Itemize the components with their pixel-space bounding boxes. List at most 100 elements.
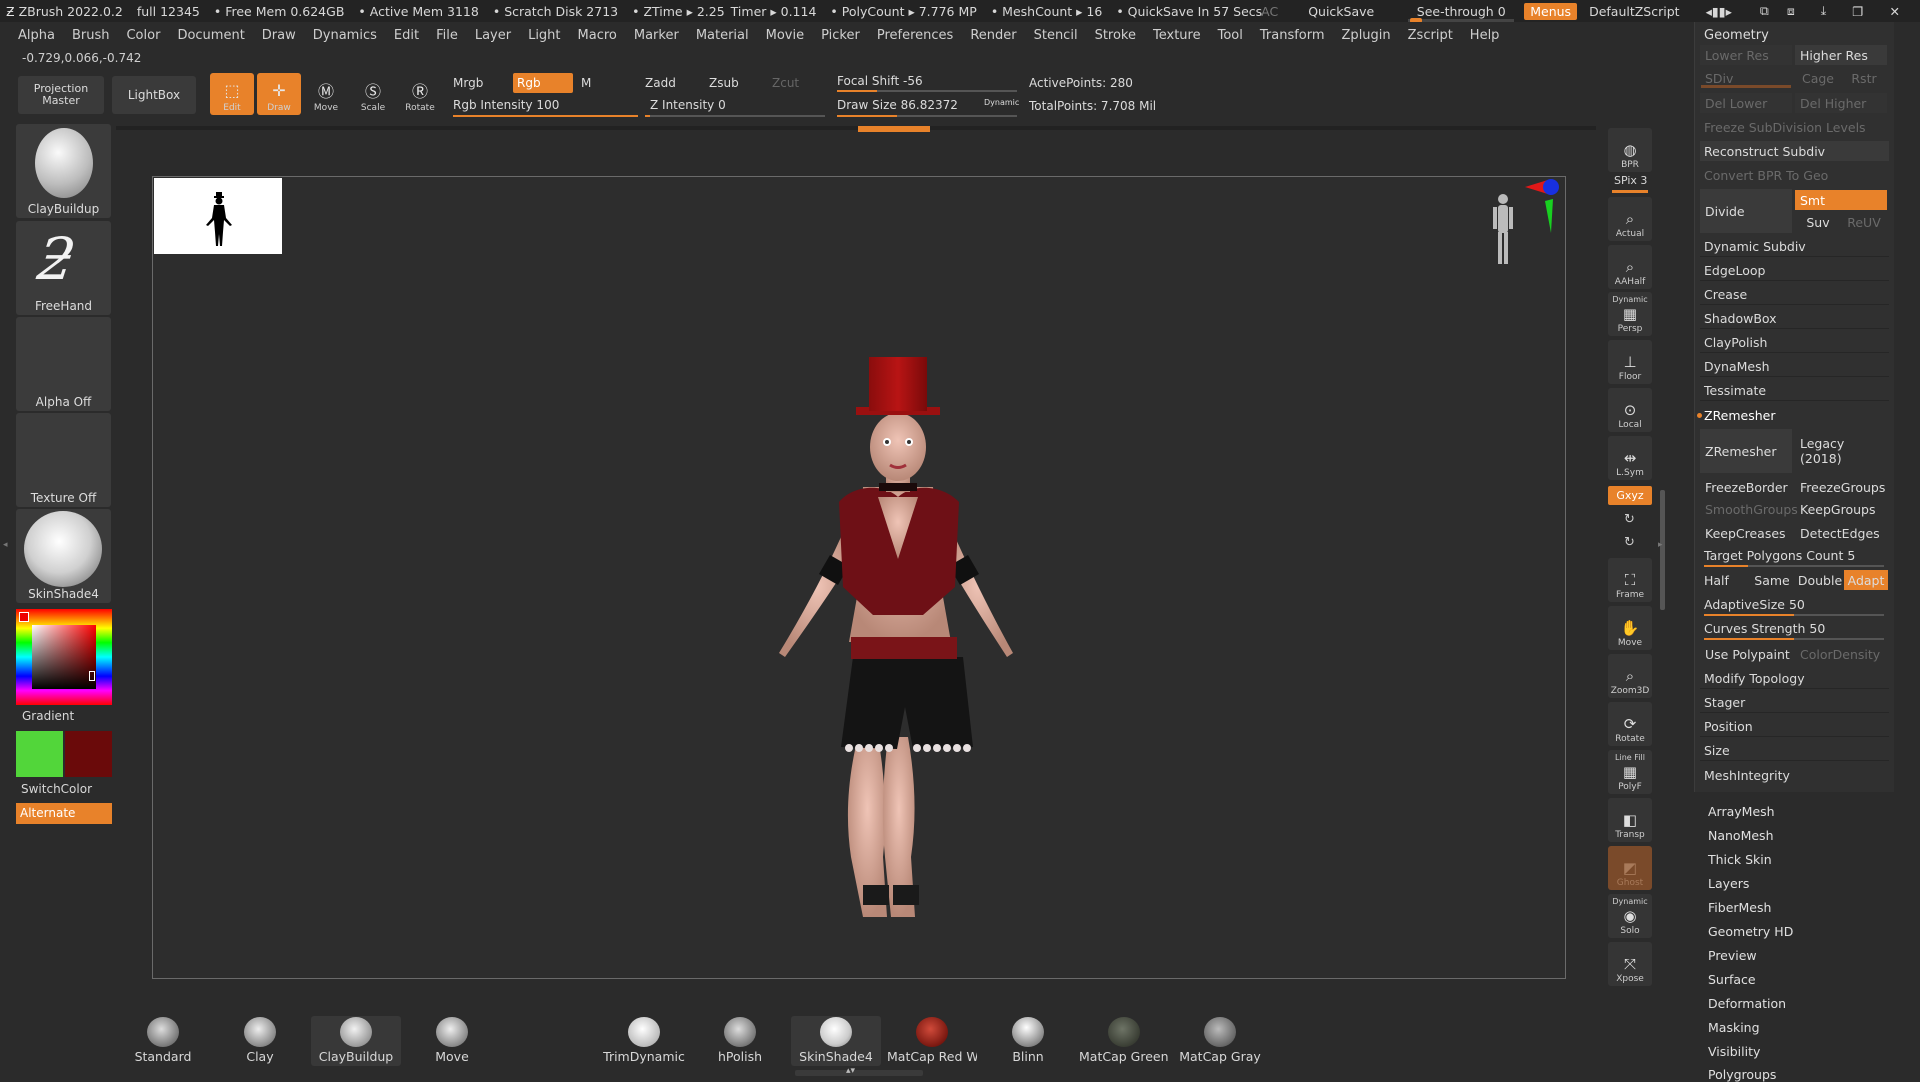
spix-track[interactable] [1612, 190, 1648, 193]
del-lower-button[interactable]: Del Lower [1700, 93, 1792, 113]
matcap-red-wax-material-button[interactable]: MatCap Red Wax [887, 1016, 977, 1066]
rgb-intensity-track[interactable] [453, 115, 638, 117]
z-intensity-slider[interactable]: Z Intensity 0 [650, 98, 726, 112]
menu-material[interactable]: Material [696, 28, 749, 43]
stager-subpalette[interactable]: Stager [1700, 693, 1889, 713]
document-canvas[interactable] [152, 176, 1566, 979]
size-subpalette[interactable]: Size [1700, 741, 1889, 761]
ui-layout-icon[interactable]: ⧉ [1754, 2, 1775, 20]
dynamic-subdiv-subpalette[interactable]: Dynamic Subdiv [1700, 237, 1889, 257]
masking-subpalette[interactable]: Masking [1708, 1020, 1760, 1035]
stroke-thumbnail[interactable]: ƻ FreeHand [16, 221, 111, 315]
dynamic-draw-size-button[interactable]: Dynamic [984, 98, 1019, 107]
character-model[interactable] [673, 297, 1073, 917]
dynamesh-subpalette[interactable]: DynaMesh [1700, 357, 1889, 377]
ac-button[interactable]: AC [1255, 3, 1284, 20]
edgeloop-subpalette[interactable]: EdgeLoop [1700, 261, 1889, 281]
meshintegrity-subpalette[interactable]: MeshIntegrity [1700, 765, 1889, 785]
del-higher-button[interactable]: Del Higher [1795, 93, 1887, 113]
smoothgroups-slider[interactable]: SmoothGroups [1700, 499, 1798, 519]
ui-config-icon[interactable]: ⧈ [1781, 2, 1801, 20]
zremesher-subpalette[interactable]: ZRemesher [1700, 405, 1889, 425]
matcap-gray-material-button[interactable]: MatCap Gray [1175, 1016, 1265, 1066]
legacy-2018-toggle[interactable]: Legacy (2018) [1795, 429, 1887, 473]
draw-size-track[interactable] [837, 115, 1017, 117]
menu-marker[interactable]: Marker [634, 28, 679, 43]
crease-subpalette[interactable]: Crease [1700, 285, 1889, 305]
polyf-button[interactable]: Line Fill ▦ PolyF [1608, 750, 1652, 794]
menu-zplugin[interactable]: Zplugin [1342, 28, 1391, 43]
clay-brush-button[interactable]: Clay [215, 1016, 305, 1066]
z-intensity-track[interactable] [645, 115, 825, 117]
actual-button[interactable]: ⌕ Actual [1608, 197, 1652, 241]
arraymesh-subpalette[interactable]: ArrayMesh [1708, 804, 1775, 819]
trimdynamic-brush-button[interactable]: TrimDynamic [599, 1016, 689, 1066]
move-brush-button[interactable]: Move [407, 1016, 497, 1066]
cage-button[interactable]: Cage [1795, 68, 1841, 88]
same-button[interactable]: Same [1748, 570, 1796, 590]
nanomesh-subpalette[interactable]: NanoMesh [1708, 828, 1774, 843]
menu-picker[interactable]: Picker [821, 28, 860, 43]
draw-size-slider[interactable]: Draw Size 86.82372 [837, 98, 958, 112]
target-polygons-slider[interactable]: Target Polygons Count 5 [1700, 545, 1889, 565]
hpolish-brush-button[interactable]: hPolish [695, 1016, 785, 1066]
sdiv-track[interactable] [1701, 85, 1791, 88]
m-button[interactable]: M [581, 76, 591, 90]
thick-skin-subpalette[interactable]: Thick Skin [1708, 852, 1772, 867]
suv-toggle[interactable]: Suv [1795, 212, 1841, 232]
shelf-scroll-bar[interactable] [116, 126, 1596, 130]
menu-movie[interactable]: Movie [766, 28, 804, 43]
move-view-button[interactable]: ✋ Move [1608, 606, 1652, 650]
menu-dynamics[interactable]: Dynamics [313, 28, 377, 43]
standard-brush-button[interactable]: Standard [118, 1016, 208, 1066]
menu-draw[interactable]: Draw [262, 28, 296, 43]
right-tray-collapse-icon[interactable]: ▸ [1658, 540, 1663, 550]
material-thumbnail[interactable]: SkinShade4 [16, 509, 111, 603]
menu-alpha[interactable]: Alpha [18, 28, 55, 43]
freezegroups-toggle[interactable]: FreezeGroups [1795, 477, 1887, 497]
zadd-button[interactable]: Zadd [645, 76, 676, 90]
use-polypaint-toggle[interactable]: Use Polypaint [1700, 644, 1792, 664]
freezeborder-toggle[interactable]: FreezeBorder [1700, 477, 1792, 497]
texture-thumbnail[interactable]: Texture Off [16, 413, 111, 507]
menu-layer[interactable]: Layer [475, 28, 511, 43]
menu-brush[interactable]: Brush [72, 28, 110, 43]
brush-thumbnail[interactable]: ClayBuildup [16, 124, 111, 218]
menu-tool[interactable]: Tool [1218, 28, 1243, 43]
ghost-button[interactable]: ◩ Ghost [1608, 846, 1652, 890]
convert-bpr-button[interactable]: Convert BPR To Geo [1700, 165, 1889, 185]
blinn-material-button[interactable]: Blinn [983, 1016, 1073, 1066]
menu-document[interactable]: Document [177, 28, 244, 43]
surface-subpalette[interactable]: Surface [1708, 972, 1756, 987]
rotate-mode-button[interactable]: Ⓡ Rotate [398, 73, 442, 115]
zsub-button[interactable]: Zsub [709, 76, 739, 90]
color-picker-square[interactable] [32, 625, 96, 689]
claybuildup-brush-button[interactable]: ClayBuildup [311, 1016, 401, 1066]
draw-button[interactable]: ✛ Draw [257, 73, 301, 115]
curves-strength-slider[interactable]: Curves Strength 50 [1700, 618, 1889, 638]
double-button[interactable]: Double [1796, 570, 1844, 590]
reuv-button[interactable]: ReUV [1841, 212, 1887, 232]
menu-texture[interactable]: Texture [1153, 28, 1201, 43]
rotate-axis-z-icon[interactable]: ↻ [1624, 535, 1635, 550]
rotate-axis-y-icon[interactable]: ↻ [1624, 512, 1635, 527]
secondary-color-swatch[interactable] [65, 731, 112, 777]
color-picker[interactable] [16, 609, 112, 705]
scale-mode-button[interactable]: Ⓢ Scale [351, 73, 395, 115]
local-button[interactable]: ⊙ Local [1608, 388, 1652, 432]
adaptive-size-slider[interactable]: AdaptiveSize 50 [1700, 594, 1889, 614]
bottom-shelf-scrollbar[interactable] [795, 1070, 923, 1076]
tessimate-subpalette[interactable]: Tessimate [1700, 381, 1889, 401]
modify-topology-subpalette[interactable]: Modify Topology [1700, 669, 1889, 689]
adaptive-size-track[interactable] [1704, 614, 1884, 616]
visibility-subpalette[interactable]: Visibility [1708, 1044, 1760, 1059]
freeze-subdivision-button[interactable]: Freeze SubDivision Levels [1700, 117, 1889, 137]
right-tray-scrollbar[interactable] [1660, 490, 1665, 610]
see-through-slider[interactable]: See-through 0 [1408, 4, 1515, 22]
frame-button[interactable]: ⛶ Frame [1608, 558, 1652, 602]
smt-toggle[interactable]: Smt [1795, 190, 1887, 210]
transp-button[interactable]: ◧ Transp [1608, 798, 1652, 842]
shadowbox-subpalette[interactable]: ShadowBox [1700, 309, 1889, 329]
color-density-slider[interactable]: ColorDensity [1795, 644, 1887, 664]
divide-button[interactable]: Divide [1700, 189, 1792, 233]
